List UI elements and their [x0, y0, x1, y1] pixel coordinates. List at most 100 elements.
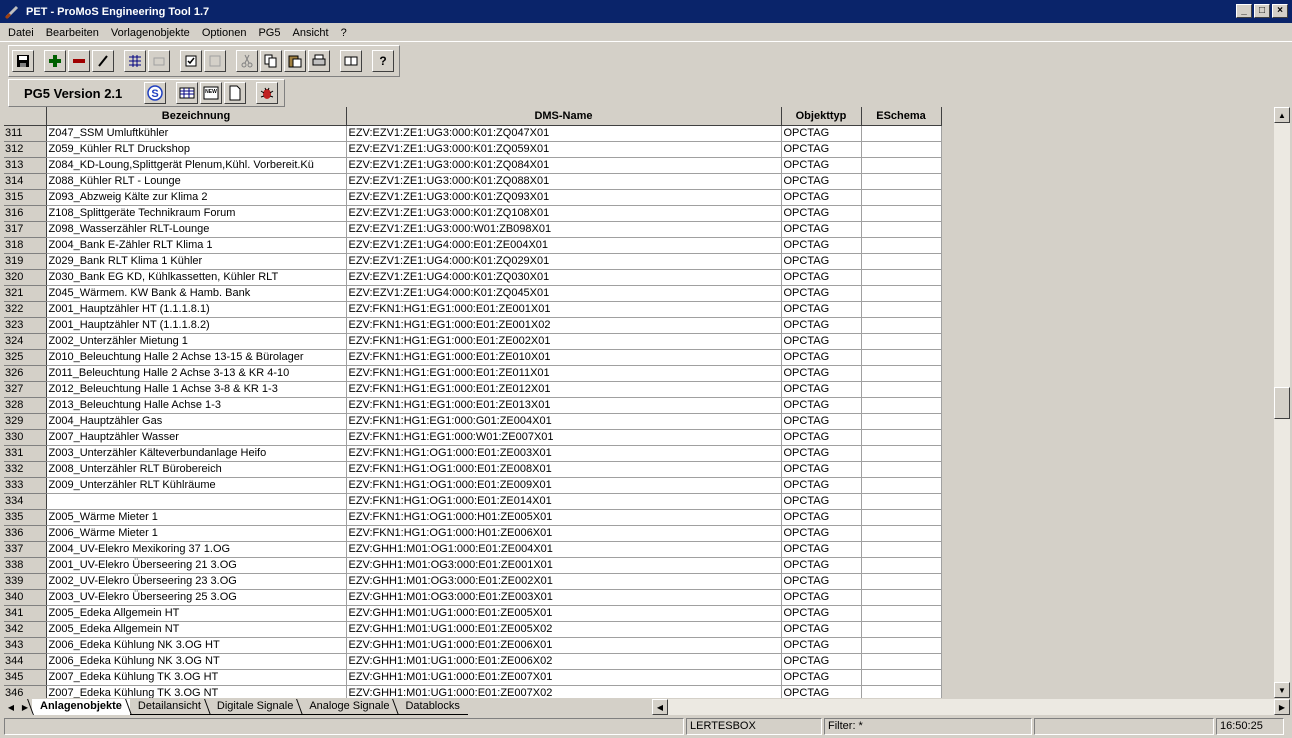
cell-bezeichnung[interactable]: Z045_Wärmem. KW Bank & Hamb. Bank	[46, 285, 347, 302]
cell-objekttyp[interactable]: OPCTAG	[781, 429, 862, 446]
cell-eschema[interactable]	[861, 173, 942, 190]
cell-objekttyp[interactable]: OPCTAG	[781, 493, 862, 510]
cell-objekttyp[interactable]: OPCTAG	[781, 173, 862, 190]
cell-bezeichnung[interactable]: Z012_Beleuchtung Halle 1 Achse 3-8 & KR …	[46, 381, 347, 398]
table-row[interactable]: 322 Z001_Hauptzähler HT (1.1.1.8.1) EZV:FK…	[4, 301, 942, 318]
minimize-button[interactable]: _	[1236, 4, 1252, 18]
table-row[interactable]: 330 Z007_Hauptzähler Wasser EZV:FKN1:HG1:E…	[4, 429, 942, 446]
row-number[interactable]: 325	[4, 349, 47, 366]
pg5-document-button[interactable]	[224, 82, 247, 104]
cell-eschema[interactable]	[861, 381, 942, 398]
cell-eschema[interactable]	[861, 285, 942, 302]
cell-bezeichnung[interactable]: Z001_Hauptzähler HT (1.1.1.8.1)	[46, 301, 347, 318]
cell-bezeichnung[interactable]: Z004_UV-Elekro Mexikoring 37 1.OG	[46, 541, 347, 558]
table-row[interactable]: 331 Z003_Unterzähler Kälteverbundanlage H…	[4, 445, 942, 462]
cell-bezeichnung[interactable]: Z009_Unterzähler RLT Kühlräume	[46, 477, 347, 494]
cell-objekttyp[interactable]: OPCTAG	[781, 573, 862, 590]
cell-bezeichnung[interactable]: Z047_SSM Umluftkühler	[46, 125, 347, 142]
cell-bezeichnung[interactable]: Z001_UV-Elekro Überseering 21 3.OG	[46, 557, 347, 574]
table-row[interactable]: 343 Z006_Edeka Kühlung NK 3.OG HT EZV:GHH1…	[4, 637, 942, 654]
checklist2-button[interactable]	[204, 50, 226, 72]
cell-eschema[interactable]	[861, 413, 942, 430]
cell-bezeichnung[interactable]	[46, 493, 347, 510]
cell-eschema[interactable]	[861, 141, 942, 158]
cell-objekttyp[interactable]: OPCTAG	[781, 285, 862, 302]
table-row[interactable]: 325 Z010_Beleuchtung Halle 2 Achse 13-15 …	[4, 349, 942, 366]
row-number[interactable]: 324	[4, 333, 47, 350]
cell-bezeichnung[interactable]: Z030_Bank EG KD, Kühlkassetten, Kühler R…	[46, 269, 347, 286]
row-number[interactable]: 327	[4, 381, 47, 398]
menu-pg5[interactable]: PG5	[252, 27, 286, 39]
row-number[interactable]: 311	[4, 125, 47, 142]
cell-dms-name[interactable]: EZV:EZV1:ZE1:UG4:000:K01:ZQ029X01	[346, 253, 782, 270]
row-number[interactable]: 313	[4, 157, 47, 174]
cell-objekttyp[interactable]: OPCTAG	[781, 269, 862, 286]
cell-bezeichnung[interactable]: Z007_Edeka Kühlung TK 3.OG NT	[46, 685, 347, 698]
copy-button[interactable]	[260, 50, 282, 72]
cell-objekttyp[interactable]: OPCTAG	[781, 685, 862, 698]
cell-bezeichnung[interactable]: Z003_UV-Elekro Überseering 25 3.OG	[46, 589, 347, 606]
table-row[interactable]: 342 Z005_Edeka Allgemein NT EZV:GHH1:M01:U…	[4, 621, 942, 638]
cell-objekttyp[interactable]: OPCTAG	[781, 509, 862, 526]
row-number[interactable]: 330	[4, 429, 47, 446]
cell-eschema[interactable]	[861, 157, 942, 174]
cell-objekttyp[interactable]: OPCTAG	[781, 525, 862, 542]
pg5-table-button[interactable]	[176, 82, 199, 104]
cell-eschema[interactable]	[861, 653, 942, 670]
cell-bezeichnung[interactable]: Z098_Wasserzähler RLT-Lounge	[46, 221, 347, 238]
cell-eschema[interactable]	[861, 221, 942, 238]
cell-dms-name[interactable]: EZV:EZV1:ZE1:UG3:000:W01:ZB098X01	[346, 221, 782, 238]
cell-dms-name[interactable]: EZV:EZV1:ZE1:UG4:000:K01:ZQ030X01	[346, 269, 782, 286]
maximize-button[interactable]: □	[1254, 4, 1270, 18]
menu-help[interactable]: ?	[335, 27, 353, 39]
table-row[interactable]: 340 Z003_UV-Elekro Überseering 25 3.OG EZV…	[4, 589, 942, 606]
cell-objekttyp[interactable]: OPCTAG	[781, 141, 862, 158]
edit-button[interactable]	[92, 50, 114, 72]
table-row[interactable]: 336 Z006_Wärme Mieter 1 EZV:FKN1:HG1:OG1:0…	[4, 525, 942, 542]
cell-dms-name[interactable]: EZV:FKN1:HG1:EG1:000:E01:ZE011X01	[346, 365, 782, 382]
column-header-objekttyp[interactable]: Objekttyp	[781, 107, 862, 126]
tab-prev-button[interactable]: ◀	[4, 700, 18, 714]
cell-bezeichnung[interactable]: Z006_Wärme Mieter 1	[46, 525, 347, 542]
cell-eschema[interactable]	[861, 333, 942, 350]
row-number[interactable]: 341	[4, 605, 47, 622]
cell-dms-name[interactable]: EZV:GHH1:M01:UG1:000:E01:ZE007X01	[346, 669, 782, 686]
cell-dms-name[interactable]: EZV:GHH1:M01:OG3:000:E01:ZE002X01	[346, 573, 782, 590]
table-row[interactable]: 344 Z006_Edeka Kühlung NK 3.OG NT EZV:GHH1…	[4, 653, 942, 670]
cell-bezeichnung[interactable]: Z006_Edeka Kühlung NK 3.OG NT	[46, 653, 347, 670]
cell-objekttyp[interactable]: OPCTAG	[781, 253, 862, 270]
row-number[interactable]: 314	[4, 173, 47, 190]
cell-objekttyp[interactable]: OPCTAG	[781, 125, 862, 142]
table-row[interactable]: 324 Z002_Unterzähler Mietung 1 EZV:FKN1:HG…	[4, 333, 942, 350]
cell-eschema[interactable]	[861, 125, 942, 142]
cell-dms-name[interactable]: EZV:GHH1:M01:UG1:000:E01:ZE007X02	[346, 685, 782, 698]
row-number[interactable]: 342	[4, 621, 47, 638]
menu-vorlagenobjekte[interactable]: Vorlagenobjekte	[105, 27, 196, 39]
table-row[interactable]: 321 Z045_Wärmem. KW Bank & Hamb. Bank EZV:…	[4, 285, 942, 302]
cell-objekttyp[interactable]: OPCTAG	[781, 477, 862, 494]
cell-objekttyp[interactable]: OPCTAG	[781, 333, 862, 350]
paste-button[interactable]	[284, 50, 306, 72]
table-row[interactable]: 329 Z004_Hauptzähler Gas EZV:FKN1:HG1:EG1:…	[4, 413, 942, 430]
scroll-left-button[interactable]: ◀	[652, 699, 668, 715]
row-number[interactable]: 321	[4, 285, 47, 302]
cell-bezeichnung[interactable]: Z007_Edeka Kühlung TK 3.OG HT	[46, 669, 347, 686]
cell-objekttyp[interactable]: OPCTAG	[781, 461, 862, 478]
cell-dms-name[interactable]: EZV:GHH1:M01:OG3:000:E01:ZE001X01	[346, 557, 782, 574]
row-number[interactable]: 345	[4, 669, 47, 686]
tab-datablocks[interactable]: Datablocks	[397, 699, 468, 715]
row-number[interactable]: 315	[4, 189, 47, 206]
cell-dms-name[interactable]: EZV:GHH1:M01:UG1:000:E01:ZE006X01	[346, 637, 782, 654]
cell-dms-name[interactable]: EZV:GHH1:M01:UG1:000:E01:ZE006X02	[346, 653, 782, 670]
cell-objekttyp[interactable]: OPCTAG	[781, 621, 862, 638]
column-header-dms-name[interactable]: DMS-Name	[346, 107, 782, 126]
cell-eschema[interactable]	[861, 205, 942, 222]
row-number[interactable]: 317	[4, 221, 47, 238]
cell-eschema[interactable]	[861, 461, 942, 478]
cell-bezeichnung[interactable]: Z029_Bank RLT Klima 1 Kühler	[46, 253, 347, 270]
cell-bezeichnung[interactable]: Z007_Hauptzähler Wasser	[46, 429, 347, 446]
table-row[interactable]: 332 Z008_Unterzähler RLT Bürobereich EZV:F…	[4, 461, 942, 478]
row-number[interactable]: 339	[4, 573, 47, 590]
cell-eschema[interactable]	[861, 189, 942, 206]
cell-objekttyp[interactable]: OPCTAG	[781, 205, 862, 222]
